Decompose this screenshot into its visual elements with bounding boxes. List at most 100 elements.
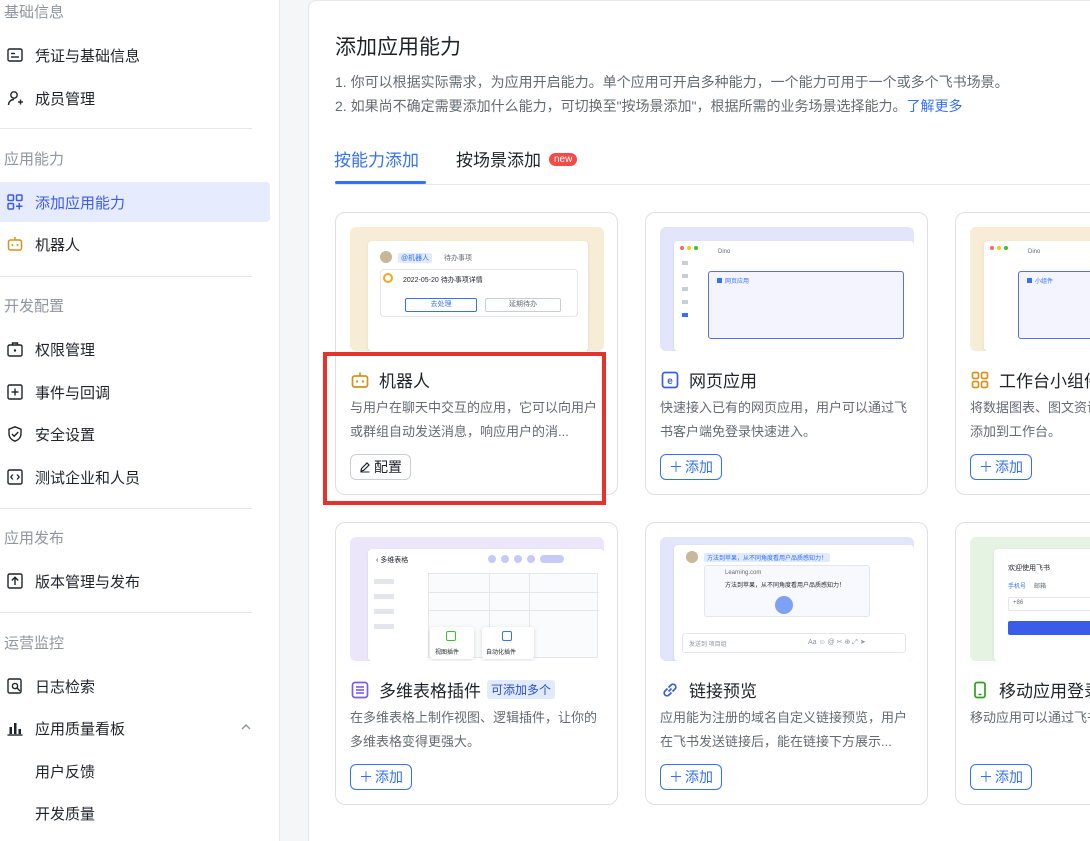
add-button[interactable]: ＋添加 (660, 764, 722, 790)
card-mobile-login[interactable]: 欢迎使用飞书 手机号 邮箱 +86 移动应用登录 移动应用可以通过飞书账号登录。… (955, 522, 1090, 805)
multiple-allowed-badge: 可添加多个 (487, 680, 556, 699)
sidebar-divider (0, 276, 252, 277)
sidebar-item-label: 开发质量 (35, 805, 96, 823)
sidebar-item-events[interactable]: 事件与回调 (0, 372, 270, 412)
sidebar-item-label: 测试企业和人员 (35, 469, 141, 487)
configure-button[interactable]: 配置 (350, 454, 411, 480)
sidebar-item-security[interactable]: 安全设置 (0, 414, 270, 454)
welcome-text: 欢迎使用飞书 (1008, 565, 1050, 572)
card-title: 工作台小组件 (970, 367, 1090, 392)
sidebar-item-label: 安全设置 (35, 426, 96, 444)
card-title: e 网页应用 (660, 367, 757, 392)
window-dots (680, 246, 698, 250)
plus-icon: ＋ (669, 459, 683, 475)
browser-tab: Dino (1028, 249, 1041, 255)
sidebar-item-members[interactable]: 成员管理 (0, 78, 270, 118)
add-button[interactable]: ＋添加 (970, 454, 1032, 480)
automation-plugin-tile: 自动化插件 (482, 627, 534, 659)
tabs-underline (335, 184, 1090, 185)
site-name: Learning.com (725, 570, 762, 576)
avatar (686, 551, 698, 563)
sidebar-item-label: 成员管理 (35, 90, 96, 108)
card-preview: Dino 网页应用 (660, 227, 914, 351)
card-widget[interactable]: Dino 小组件 工作台小组件 将数据图表、图文资讯等内容以小组件形式添加到工作… (955, 212, 1090, 495)
browser-tab: Dino (718, 249, 731, 255)
card-preview: @机器人 待办事项 2022-05-20 待办事项详情 去处理 延期待办 (350, 227, 604, 351)
card-title-text: 链接预览 (689, 682, 757, 701)
sidebar-item-version[interactable]: 版本管理与发布 (0, 561, 270, 601)
sidebar-item-label: 日志检索 (35, 678, 96, 696)
sidebar-item-add-capability[interactable]: 添加应用能力 (0, 182, 270, 222)
add-button[interactable]: ＋添加 (350, 764, 412, 790)
toolbar-dots (488, 555, 564, 563)
button-label: 配置 (374, 459, 402, 475)
card-robot[interactable]: @机器人 待办事项 2022-05-20 待办事项详情 去处理 延期待办 机器人… (335, 212, 618, 495)
plus-icon: ＋ (979, 459, 993, 475)
card-title-text: 移动应用登录 (999, 682, 1090, 701)
add-button[interactable]: ＋添加 (660, 454, 722, 480)
view-plugin-label: 视图插件 (435, 650, 460, 656)
sidebar-item-test-users[interactable]: 测试企业和人员 (0, 457, 270, 497)
web-app-icon: e (660, 370, 680, 390)
page-title: 添加应用能力 (335, 36, 461, 59)
new-badge: new (549, 153, 578, 167)
learn-more-link[interactable]: 了解更多 (907, 98, 963, 114)
card-preview: ‹ 多维表格 视图插件 自动化插件 (350, 537, 604, 661)
login-button (1008, 621, 1090, 635)
section-title-capability: 应用能力 (4, 151, 65, 168)
card-preview: Dino 小组件 (970, 227, 1090, 351)
sidebar-item-robot[interactable]: 机器人 (0, 224, 270, 264)
card-link-preview[interactable]: 方法到苹果，从不同角度看用户品质感知力！ Learning.com 方法到苹果，… (645, 522, 928, 805)
user-add-icon (5, 88, 25, 108)
code-icon (5, 467, 25, 487)
clock-icon (383, 273, 393, 283)
mock-button-1: 去处理 (405, 298, 477, 312)
sidebar-item-permissions[interactable]: 权限管理 (0, 329, 270, 369)
sidebar-item-dev-quality[interactable]: 开发质量 (0, 793, 270, 833)
card-title-text: 多维表格插件 (379, 682, 481, 701)
add-button[interactable]: ＋添加 (970, 764, 1032, 790)
sidebar-item-quality-board[interactable]: 应用质量看板 (0, 708, 270, 748)
plus-icon: ＋ (669, 769, 683, 785)
card-web-app[interactable]: Dino 网页应用 e 网页应用 快速接入已有的网页应用，用户可以通过飞书客户端… (645, 212, 928, 495)
mention-tag: @机器人 (398, 253, 433, 263)
sidebar-item-label: 机器人 (35, 236, 81, 254)
sidebar-item-label: 事件与回调 (35, 384, 111, 402)
input-toolbar: Aa ☺ @ ✂ ⊕ ⤢ ➤ (808, 639, 866, 646)
section-title-dev: 开发配置 (4, 298, 65, 315)
button-label: 添加 (685, 459, 713, 475)
card-title: 多维表格插件 可添加多个 (350, 677, 556, 702)
card-title-text: 工作台小组件 (999, 372, 1090, 391)
bitable-mock: ‹ 多维表格 视图插件 自动化插件 (368, 549, 604, 661)
sidebar-item-user-feedback[interactable]: 用户反馈 (0, 751, 270, 791)
web-frame-label: 网页应用 (725, 279, 750, 285)
plus-icon: ＋ (359, 769, 373, 785)
sidebar-item-label: 应用质量看板 (35, 720, 126, 738)
robot-icon (350, 370, 370, 390)
email-tab: 邮箱 (1034, 584, 1047, 590)
chevron-up-icon[interactable] (240, 720, 252, 737)
card-bitable-plugin[interactable]: ‹ 多维表格 视图插件 自动化插件 多维表格插件 可添加多个 在多维表格上制作视… (335, 522, 618, 805)
sidebar-item-label: 添加应用能力 (35, 194, 126, 212)
svg-text:e: e (667, 376, 673, 387)
link-preview-card: Learning.com 方法到苹果，从不同角度看用户品质感知力！ (704, 565, 870, 617)
mobile-icon (970, 680, 990, 700)
tab-by-capability[interactable]: 按能力添加 (334, 146, 419, 171)
todo-date-line: 2022-05-20 待办事项详情 (403, 277, 483, 284)
tab-by-scenario[interactable]: 按场景添加 new (456, 146, 578, 171)
sidebar-item-credentials[interactable]: 凭证与基础信息 (0, 35, 270, 75)
site-description: 方法到苹果，从不同角度看用户品质感知力！ (725, 583, 846, 589)
widget-frame: 小组件 (1018, 271, 1090, 339)
button-label: 添加 (995, 769, 1023, 785)
login-mock: 欢迎使用飞书 手机号 邮箱 +86 (994, 549, 1090, 661)
widget-icon (970, 370, 990, 390)
description-line-1: 1. 你可以根据实际需求，为应用开启能力。单个应用可开启多种能力，一个能力可用于… (335, 74, 1009, 90)
sidebar-divider (0, 128, 252, 129)
section-title-ops: 运营监控 (4, 635, 65, 652)
briefcase-icon (5, 339, 25, 359)
card-description: 快速接入已有的网页应用，用户可以通过飞书客户端免登录快速进入。 (660, 400, 908, 439)
sidebar-item-logs[interactable]: 日志检索 (0, 666, 270, 706)
frame-marker (1027, 278, 1032, 283)
browser-mock: Dino 小组件 (984, 241, 1090, 351)
button-label: 添加 (685, 769, 713, 785)
